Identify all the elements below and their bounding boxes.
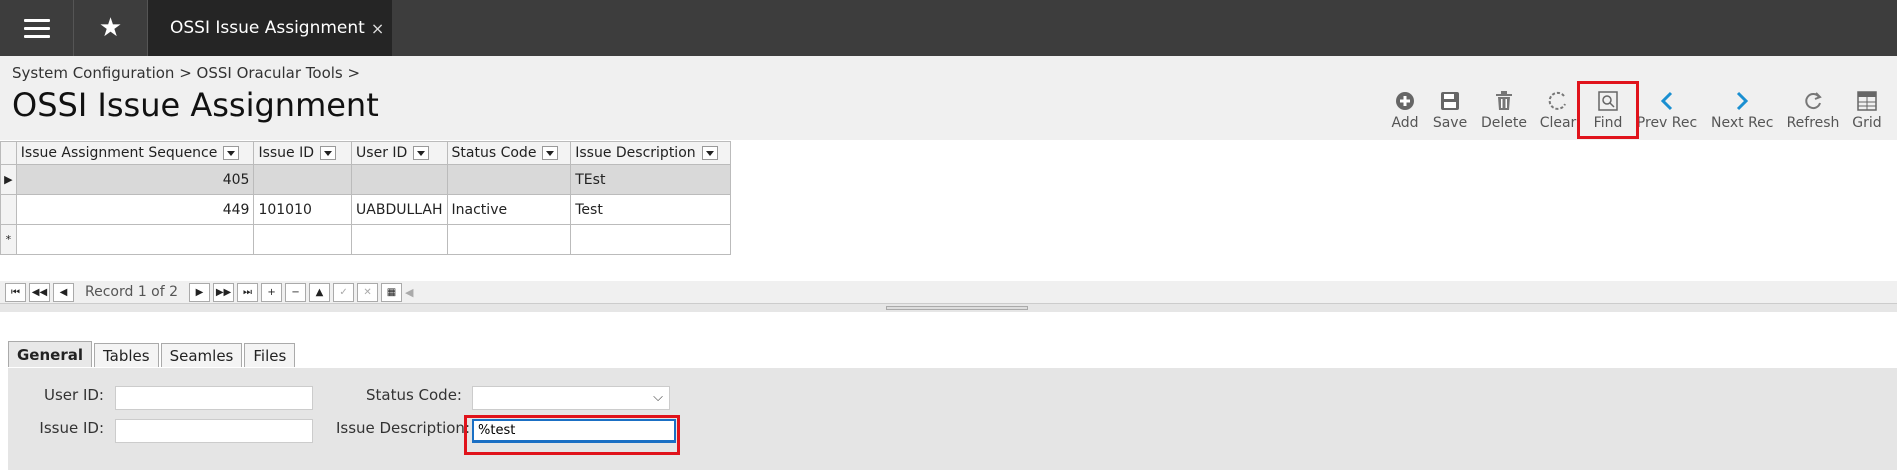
record-count: Record 1 of 2 <box>85 284 179 300</box>
column-header[interactable]: Issue Assignment Sequence <box>15 141 255 165</box>
next-rec-button[interactable]: Next Rec <box>1711 88 1773 138</box>
add-row-icon[interactable]: + <box>261 282 283 302</box>
next-record-icon[interactable]: ▶ <box>189 282 211 302</box>
scroll-left-icon[interactable]: ◀ <box>405 286 413 299</box>
chevron-right-icon <box>1711 88 1773 114</box>
first-record-icon[interactable]: ⏮ <box>5 282 26 302</box>
column-filter-icon[interactable] <box>542 146 559 160</box>
user-id-field[interactable] <box>115 386 313 410</box>
status-code-label: Status Code: <box>365 386 462 404</box>
close-icon[interactable]: × <box>371 19 384 38</box>
row-indicator <box>0 194 17 225</box>
prev-page-icon[interactable]: ◀◀ <box>29 282 50 302</box>
cell-issue-id[interactable] <box>253 164 353 195</box>
page-title: OSSI Issue Assignment <box>12 86 379 124</box>
cell-seq[interactable]: 449 <box>15 194 255 225</box>
prev-record-icon[interactable]: ◀ <box>53 282 74 302</box>
tab-seamles[interactable]: Seamles <box>160 343 243 367</box>
cell-desc[interactable]: Test <box>570 194 731 225</box>
grid-button[interactable]: Grid <box>1837 88 1897 138</box>
delete-label: Delete <box>1481 115 1527 131</box>
delete-button[interactable]: Delete <box>1474 88 1534 138</box>
cell-status[interactable]: Inactive <box>446 194 572 225</box>
new-cell[interactable] <box>351 224 448 255</box>
tab-ossi-issue-assignment[interactable]: OSSI Issue Assignment × <box>148 0 392 56</box>
breadcrumb[interactable]: System Configuration > OSSI Oracular Too… <box>12 64 360 82</box>
panel-splitter[interactable] <box>0 303 1897 312</box>
cell-status[interactable] <box>446 164 572 195</box>
hamburger-icon <box>23 18 50 38</box>
column-header[interactable]: Issue ID <box>253 141 353 165</box>
move-up-icon[interactable]: ▲ <box>309 282 331 302</box>
cell-desc[interactable]: TEst <box>570 164 731 195</box>
chevron-down-icon: ⌵ <box>653 390 663 405</box>
column-header[interactable]: User ID <box>351 141 448 165</box>
grid-icon <box>1837 88 1897 114</box>
new-row[interactable]: * <box>0 224 731 255</box>
splitter-handle[interactable] <box>886 306 1028 310</box>
top-bar: ★ OSSI Issue Assignment × <box>0 0 1897 56</box>
cell-seq[interactable]: 405 <box>15 164 255 195</box>
star-icon: ★ <box>98 13 123 43</box>
refresh-icon <box>1783 88 1843 114</box>
user-id-label: User ID: <box>44 386 104 404</box>
favorites-button[interactable]: ★ <box>74 0 148 56</box>
new-cell[interactable] <box>15 224 255 255</box>
tab-label: OSSI Issue Assignment <box>170 18 365 38</box>
issue-description-highlight <box>464 415 680 455</box>
save-button[interactable]: Save <box>1420 88 1480 138</box>
general-form: User ID: Issue ID: Status Code: ⌵ Issue … <box>8 368 1897 470</box>
new-row-asterisk-icon: * <box>0 224 17 255</box>
trash-icon <box>1474 88 1534 114</box>
cell-user-id[interactable] <box>351 164 448 195</box>
grid-header-row: Issue Assignment Sequence Issue ID User … <box>0 141 731 165</box>
tab-tables[interactable]: Tables <box>94 343 159 367</box>
column-filter-icon[interactable] <box>223 146 240 160</box>
row-indicator-header <box>0 141 17 165</box>
record-navigator: ⏮ ◀◀ ◀ Record 1 of 2 ▶ ▶▶ ⏭ + − ▲ ✓ ✕ ▦ … <box>0 281 1897 303</box>
next-rec-label: Next Rec <box>1711 115 1774 131</box>
column-header[interactable]: Issue Description <box>570 141 731 165</box>
menu-button[interactable] <box>0 0 74 56</box>
detail-tabs: General Tables Seamles Files <box>8 341 297 367</box>
prev-rec-label: Prev Rec <box>1636 115 1698 131</box>
check-icon[interactable]: ✓ <box>333 282 355 302</box>
refresh-button[interactable]: Refresh <box>1783 88 1843 138</box>
issue-id-label: Issue ID: <box>39 419 104 437</box>
remove-row-icon[interactable]: − <box>285 282 307 302</box>
grid-label: Grid <box>1852 115 1882 131</box>
find-highlight <box>1577 81 1639 139</box>
new-cell[interactable] <box>253 224 353 255</box>
table-row[interactable]: ▶ 405 TEst <box>0 164 731 195</box>
column-filter-icon[interactable] <box>701 146 718 160</box>
last-record-icon[interactable]: ⏭ <box>237 282 259 302</box>
current-row-arrow-icon: ▶ <box>0 164 17 195</box>
new-cell[interactable] <box>446 224 572 255</box>
table-row[interactable]: 449 101010 UABDULLAH Inactive Test <box>0 194 731 225</box>
chevron-left-icon <box>1636 88 1698 114</box>
save-label: Save <box>1432 115 1468 131</box>
refresh-label: Refresh <box>1786 115 1840 131</box>
issue-id-field[interactable] <box>115 419 313 443</box>
column-filter-icon[interactable] <box>413 146 430 160</box>
status-code-select[interactable]: ⌵ <box>472 386 670 410</box>
floppy-disk-icon <box>1420 88 1480 114</box>
column-filter-icon[interactable] <box>320 146 336 160</box>
cell-issue-id[interactable]: 101010 <box>253 194 353 225</box>
column-header[interactable]: Status Code <box>446 141 572 165</box>
issue-description-label: Issue Description: <box>335 419 470 437</box>
next-page-icon[interactable]: ▶▶ <box>213 282 235 302</box>
prev-rec-button[interactable]: Prev Rec <box>1636 88 1698 138</box>
cancel-edit-icon[interactable]: ✕ <box>357 282 379 302</box>
records-grid: Issue Assignment Sequence Issue ID User … <box>0 141 731 255</box>
cell-user-id[interactable]: UABDULLAH <box>351 194 448 225</box>
tab-files[interactable]: Files <box>244 343 296 367</box>
new-cell[interactable] <box>570 224 731 255</box>
edit-grid-icon[interactable]: ▦ <box>381 282 403 302</box>
tab-general[interactable]: General <box>8 341 92 367</box>
